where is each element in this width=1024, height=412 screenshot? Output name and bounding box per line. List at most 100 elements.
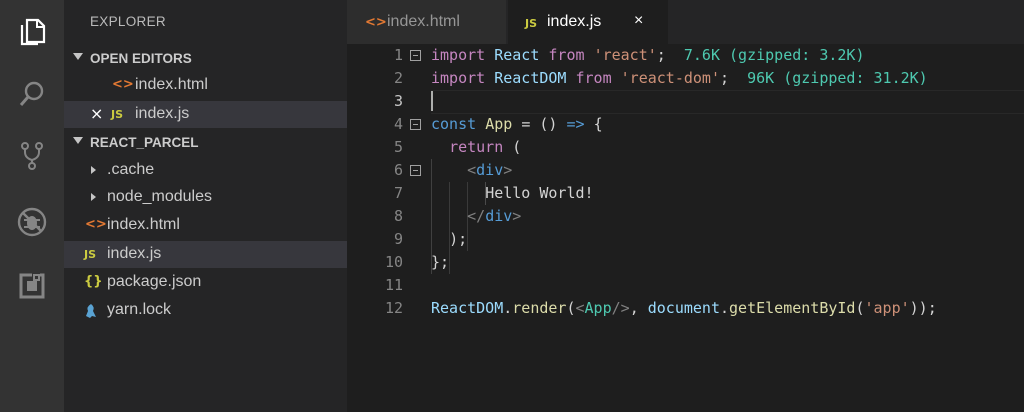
token-punct: ( <box>512 138 522 156</box>
token-keyword: from <box>575 69 612 87</box>
token-component: App <box>584 299 612 317</box>
html-file-icon: <> <box>112 77 134 92</box>
import-size-annotation: 7.6K (gzipped: 3.2K) <box>683 46 865 64</box>
line-number: 2 <box>393 69 403 87</box>
debug-icon[interactable] <box>12 202 52 242</box>
files-icon[interactable] <box>12 12 52 52</box>
code-line-10: }; <box>431 251 449 274</box>
line-number: 8 <box>393 207 403 225</box>
search-icon[interactable] <box>12 74 52 114</box>
open-editor-index-html[interactable]: <> index.html <box>64 72 347 99</box>
token-punct: )); <box>909 299 937 317</box>
line-number: 9 <box>393 230 403 248</box>
line-number: 12 <box>384 299 403 317</box>
tree-item-cache[interactable]: .cache <box>64 157 347 184</box>
tree-item-label: index.html <box>107 216 180 233</box>
tree-item-label: .cache <box>107 161 155 178</box>
open-editors-section[interactable]: OPEN EDITORS <box>64 44 347 72</box>
token-punct: }; <box>431 253 450 271</box>
code-line-7: Hello World! <box>431 182 594 205</box>
html-file-icon: <> <box>85 217 107 232</box>
token-identifier: React <box>494 46 540 64</box>
token-punct: ); <box>449 230 468 248</box>
tree-item-label: yarn.lock <box>107 301 172 318</box>
token-keyword: import <box>431 46 486 64</box>
tree-item-index-html[interactable]: <> index.html <box>64 212 347 239</box>
token-function: getElementById <box>729 299 856 317</box>
token-tag-bracket: </ <box>467 207 486 225</box>
js-file-icon: JS <box>525 17 538 30</box>
open-editor-index-js[interactable]: × JS index.js <box>64 101 347 128</box>
token-keyword: from <box>548 46 585 64</box>
tab-label: index.js <box>547 13 602 30</box>
code-line-8: </div> <box>431 205 521 228</box>
js-file-icon: JS <box>111 108 124 121</box>
tree-item-node-modules[interactable]: node_modules <box>64 184 347 211</box>
tab-index-js[interactable]: JS index.js × <box>508 0 668 44</box>
code-editor[interactable]: 1 2 3 4 5 6 7 8 9 10 11 12 import React … <box>347 44 1024 412</box>
token-punct: = () <box>521 115 558 133</box>
token-keyword: const <box>431 115 477 133</box>
token-punct: ( <box>566 299 576 317</box>
token-function: render <box>512 299 567 317</box>
tab-index-html[interactable]: <> index.html <box>347 0 506 44</box>
token-string: 'react-dom' <box>620 69 720 87</box>
tree-item-yarn-lock[interactable]: yarn.lock <box>64 297 347 324</box>
tree-item-label: package.json <box>107 273 202 290</box>
fold-icon[interactable] <box>410 165 421 176</box>
token-tag: div <box>485 207 513 225</box>
yarn-icon <box>84 303 98 324</box>
tree-item-index-js[interactable]: JS index.js <box>64 241 347 268</box>
line-number: 11 <box>384 276 403 294</box>
line-number: 10 <box>384 253 403 271</box>
chevron-right-icon <box>91 193 96 201</box>
line-number: 1 <box>393 46 403 64</box>
token-identifier: ReactDOM <box>431 299 504 317</box>
line-number: 6 <box>393 161 403 179</box>
html-file-icon: <> <box>365 15 387 30</box>
tree-item-label: node_modules <box>107 188 212 205</box>
line-number: 3 <box>393 92 403 110</box>
code-line-2: import ReactDOM from 'react-dom'; 96K (g… <box>431 67 928 90</box>
explorer-title: EXPLORER <box>90 14 166 29</box>
line-number: 4 <box>393 115 403 133</box>
editor-tabs: <> index.html JS index.js × <box>347 0 1024 44</box>
code-line-6: <div> <box>431 159 512 182</box>
token-keyword: import <box>431 69 486 87</box>
token-punct: . <box>503 299 513 317</box>
code-line-9: ); <box>431 228 467 251</box>
tree-item-package-json[interactable]: {} package.json <box>64 269 347 296</box>
token-punct: { <box>593 115 603 133</box>
fold-icon[interactable] <box>410 50 421 61</box>
source-control-icon[interactable] <box>12 136 52 176</box>
token-punct: ( <box>855 299 865 317</box>
activity-bar <box>0 0 64 412</box>
project-section[interactable]: REACT_PARCEL <box>64 128 347 156</box>
code-line-4: const App = () => { <box>431 113 603 136</box>
tree-item-label: index.js <box>107 245 162 262</box>
close-icon[interactable]: × <box>90 104 103 123</box>
token-string: 'react' <box>593 46 657 64</box>
token-identifier: ReactDOM <box>494 69 567 87</box>
extensions-icon[interactable] <box>12 266 52 306</box>
close-icon[interactable]: × <box>634 12 643 30</box>
open-editor-label: index.html <box>135 76 208 93</box>
line-number: 7 <box>393 184 403 202</box>
code-line-12: ReactDOM.render(<App/>, document.getElem… <box>431 297 937 320</box>
token-tag: div <box>476 161 504 179</box>
text-cursor <box>431 91 433 111</box>
chevron-down-icon <box>73 53 83 60</box>
code-line-5: return ( <box>431 136 521 159</box>
import-size-annotation: 96K (gzipped: 31.2K) <box>747 69 928 87</box>
fold-icon[interactable] <box>410 119 421 130</box>
current-line-highlight <box>431 90 1024 114</box>
token-function: App <box>485 115 513 133</box>
token-keyword: return <box>449 138 504 156</box>
json-file-icon: {} <box>84 274 103 289</box>
open-editors-label: OPEN EDITORS <box>90 50 192 66</box>
token-arrow: => <box>566 115 585 133</box>
chevron-right-icon <box>91 166 96 174</box>
token-text: Hello World! <box>485 184 594 202</box>
open-editor-label: index.js <box>135 105 190 122</box>
token-identifier: document <box>647 299 720 317</box>
